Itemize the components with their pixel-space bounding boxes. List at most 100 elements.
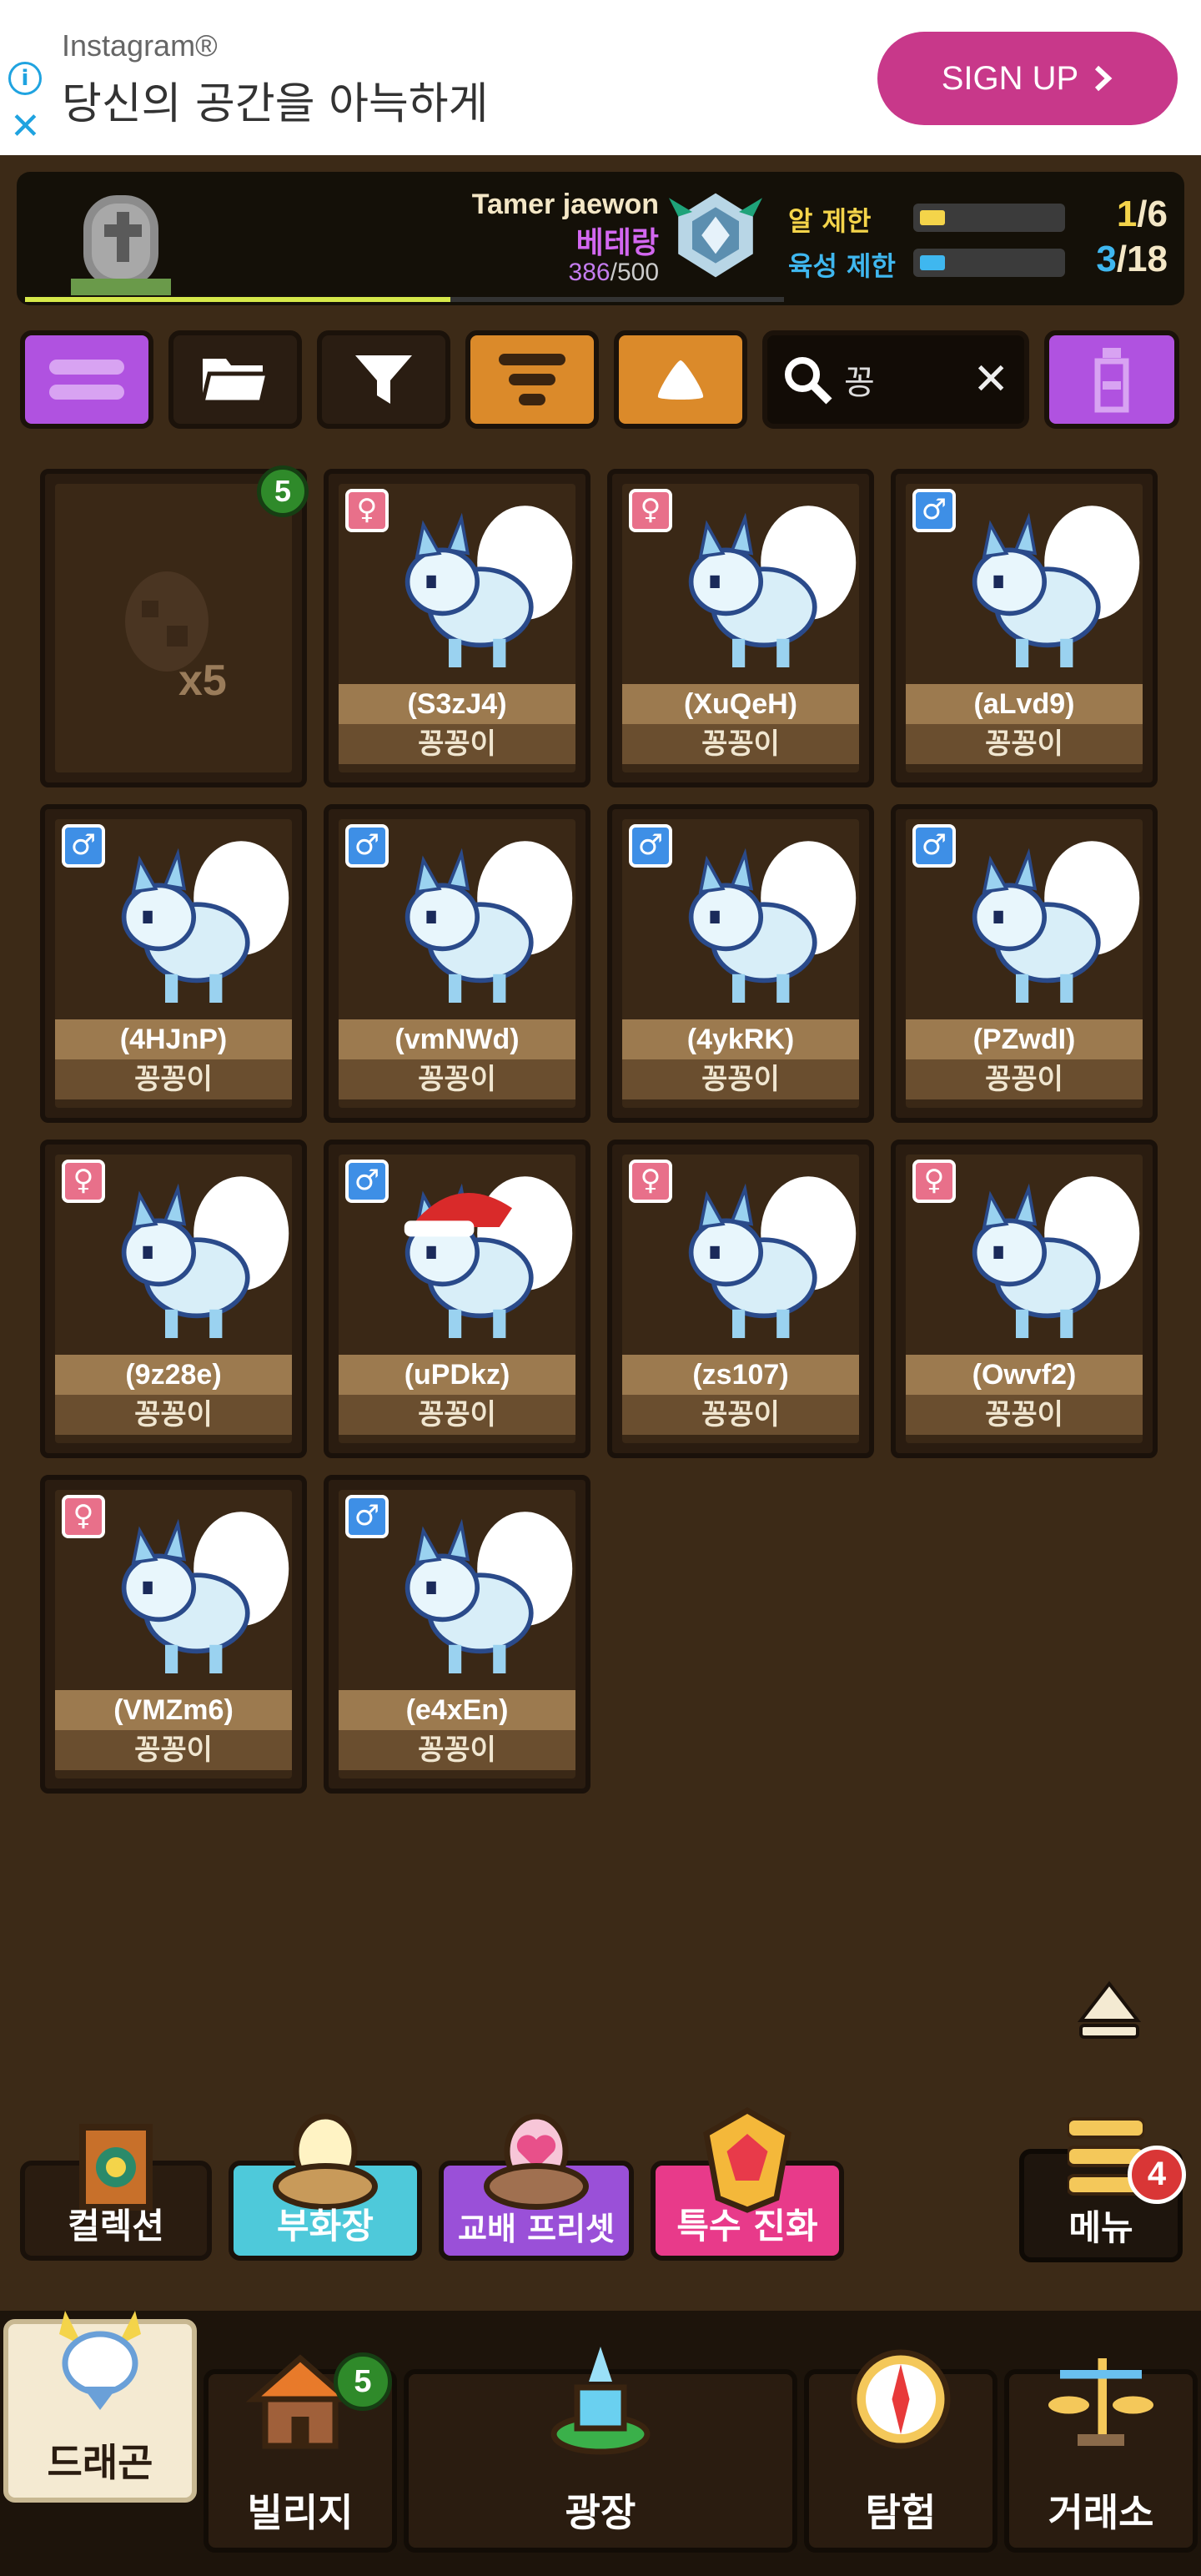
- nav-explore[interactable]: 탐험: [804, 2349, 997, 2553]
- search-box[interactable]: 꽁 ✕: [762, 330, 1029, 429]
- menu-button[interactable]: 메뉴 4: [1019, 2117, 1186, 2262]
- menu-badge: 4: [1128, 2146, 1186, 2204]
- pet-sprite: [405, 1512, 573, 1673]
- egg-limit-count: 1/6: [1116, 194, 1168, 234]
- pet-id: (Owvf2): [906, 1355, 1143, 1395]
- search-icon: [785, 357, 832, 405]
- pet-card[interactable]: ♂ (4ykRK) 꽁꽁이: [607, 804, 874, 1123]
- female-icon: ♀: [345, 489, 389, 532]
- dragon-icon: [59, 2311, 141, 2410]
- pet-id: (4HJnP): [55, 1019, 292, 1059]
- village-badge: 5: [334, 2352, 392, 2411]
- sort-order-button[interactable]: [614, 330, 747, 429]
- sort-button[interactable]: [465, 330, 599, 429]
- female-icon: ♀: [629, 489, 672, 532]
- collection-label: 컬렉션: [68, 2206, 164, 2246]
- pet-id: (vmNWd): [339, 1019, 575, 1059]
- pet-id: (VMZm6): [55, 1690, 292, 1730]
- sort-icon: [499, 354, 565, 405]
- clear-search-icon[interactable]: ✕: [972, 355, 1009, 405]
- list-view-button[interactable]: [20, 330, 153, 429]
- close-icon[interactable]: ✕: [10, 108, 41, 145]
- scroll-to-top-icon[interactable]: [1076, 1977, 1143, 2044]
- breeding-preset-button[interactable]: 교배 프리셋: [439, 2113, 634, 2261]
- tombstone-avatar[interactable]: [58, 179, 183, 304]
- xp-readout: 386/500: [569, 259, 659, 287]
- collection-button[interactable]: 컬렉션: [20, 2124, 212, 2261]
- pet-card[interactable]: ♀ (XuQeH) 꽁꽁이: [607, 469, 874, 787]
- list-icon: [49, 360, 124, 400]
- ad-banner[interactable]: i ✕ Instagram® 당신의 공간을 아늑하게 SIGN UP: [0, 0, 1201, 155]
- search-input[interactable]: 꽁: [844, 355, 961, 404]
- sign-up-button[interactable]: SIGN UP: [877, 32, 1178, 125]
- male-icon: ♂: [345, 1160, 389, 1203]
- pet-species: 꽁꽁이: [906, 724, 1143, 764]
- pet-id: (PZwdI): [906, 1019, 1143, 1059]
- egg-limit-label: 알 제한: [788, 205, 872, 237]
- pet-sprite: [405, 506, 573, 667]
- breed-limit-bar: [913, 249, 1065, 277]
- bottle-icon: [1094, 348, 1129, 413]
- male-icon: ♂: [912, 824, 956, 868]
- rank-emblem-icon[interactable]: [669, 189, 762, 282]
- pet-card[interactable]: ♂ (uPDkz) 꽁꽁이: [324, 1140, 590, 1458]
- filter-button[interactable]: [317, 330, 450, 429]
- male-icon: ♂: [345, 1495, 389, 1538]
- pet-card[interactable]: ♂ (aLvd9) 꽁꽁이: [891, 469, 1158, 787]
- nav-dragon[interactable]: 드래곤: [3, 2311, 197, 2503]
- tamer-header: Tamer jaewon 베테랑 386/500 알 제한 1/6 육성 제한 …: [17, 172, 1184, 305]
- hatchery-button[interactable]: 부화장: [229, 2113, 422, 2261]
- pet-card[interactable]: ♀ (VMZm6) 꽁꽁이: [40, 1475, 307, 1794]
- xp-max: /500: [610, 259, 659, 286]
- info-icon[interactable]: i: [8, 62, 42, 95]
- xp-progress-fill: [25, 297, 450, 302]
- nav-village[interactable]: 빌리지 5: [204, 2352, 397, 2553]
- pet-card[interactable]: ♂ (PZwdI) 꽁꽁이: [891, 804, 1158, 1123]
- male-icon: ♂: [62, 824, 105, 868]
- compass-icon: [851, 2349, 951, 2449]
- pet-species: 꽁꽁이: [906, 1059, 1143, 1099]
- pet-species: 꽁꽁이: [55, 1730, 292, 1770]
- ad-source: Instagram®: [62, 28, 218, 63]
- tamer-name: Tamer jaewon: [471, 189, 659, 220]
- pet-id: (9z28e): [55, 1355, 292, 1395]
- pet-card[interactable]: ♀ (zs107) 꽁꽁이: [607, 1140, 874, 1458]
- nav-plaza[interactable]: 광장: [404, 2347, 797, 2553]
- nav-exchange[interactable]: 거래소: [1004, 2358, 1198, 2553]
- triangle-up-icon: [657, 360, 704, 400]
- pet-id: (aLvd9): [906, 684, 1143, 724]
- pet-sprite: [972, 1176, 1140, 1338]
- breed-limit-label: 육성 제한: [788, 250, 896, 282]
- male-icon: ♂: [345, 824, 389, 868]
- special-evolution-button[interactable]: 특수 진화: [651, 2106, 844, 2261]
- egg-card[interactable]: x5 5: [40, 465, 309, 787]
- pet-sprite: [405, 841, 573, 1003]
- pet-card[interactable]: ♀ (9z28e) 꽁꽁이: [40, 1140, 307, 1458]
- heart-egg-icon: [484, 2113, 589, 2210]
- pet-card[interactable]: ♀ (Owvf2) 꽁꽁이: [891, 1140, 1158, 1458]
- female-icon: ♀: [629, 1160, 672, 1203]
- nav-explore-label: 탐험: [865, 2490, 937, 2535]
- pet-species: 꽁꽁이: [622, 724, 859, 764]
- pet-card[interactable]: ♂ (e4xEn) 꽁꽁이: [324, 1475, 590, 1794]
- pet-sprite: [121, 1176, 289, 1338]
- pet-sprite: [121, 841, 289, 1003]
- pet-card[interactable]: ♀ (S3zJ4) 꽁꽁이: [324, 469, 590, 787]
- pet-species: 꽁꽁이: [339, 1395, 575, 1435]
- folder-button[interactable]: [168, 330, 302, 429]
- pet-card[interactable]: ♂ (4HJnP) 꽁꽁이: [40, 804, 307, 1123]
- pet-card[interactable]: ♂ (vmNWd) 꽁꽁이: [324, 804, 590, 1123]
- fountain-icon: [550, 2347, 651, 2455]
- pet-sprite: [404, 1176, 573, 1338]
- pet-species: 꽁꽁이: [339, 1059, 575, 1099]
- folder-icon: [201, 359, 269, 405]
- pet-sprite: [688, 1176, 857, 1338]
- egg-count-badge: 5: [257, 465, 309, 517]
- pet-id: (S3zJ4): [339, 684, 575, 724]
- male-icon: ♂: [912, 489, 956, 532]
- pet-id: (4ykRK): [622, 1019, 859, 1059]
- pet-id: (XuQeH): [622, 684, 859, 724]
- pet-sprite: [972, 506, 1140, 667]
- bottle-button[interactable]: [1044, 330, 1179, 429]
- female-icon: ♀: [912, 1160, 956, 1203]
